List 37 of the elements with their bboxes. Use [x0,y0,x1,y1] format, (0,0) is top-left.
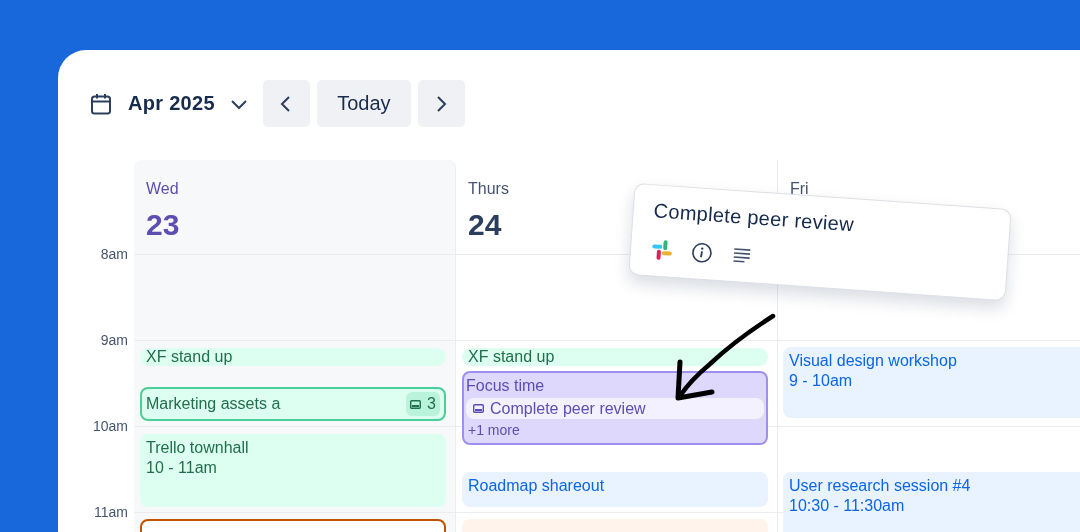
event-card[interactable]: User research session #4 10:30 - 11:30am [783,472,1080,532]
event-title: Visual design workshop [789,351,958,371]
event-card[interactable]: Roadmap shareout [462,472,768,507]
hour-label: 11am [94,504,128,520]
day-number: 23 [146,208,180,242]
hour-label: 10am [92,418,128,434]
event-title: Roadmap shareout [468,476,606,496]
card-icon [410,399,422,409]
event-title: Marketing assets a [146,395,281,413]
hour-label: 9am [100,332,128,348]
event-card[interactable]: Visual design workshop 9 - 10am [783,347,1080,418]
event-card[interactable]: Trello townhall 10 - 11am [140,434,446,507]
month-label[interactable]: Apr 2025 [128,92,215,115]
event-card[interactable]: Marketing assets a 3 [140,387,446,421]
task-chip[interactable]: Complete peer review [466,398,764,419]
event-chip[interactable]: XF stand up [140,348,446,366]
hour-label: 8am [100,246,128,262]
app-logo-icon[interactable] [650,238,674,262]
event-title: Trello townhall [146,438,250,458]
day-name: Fri [790,180,810,198]
event-chip[interactable]: XF stand up [462,348,768,366]
day-number: 24 [468,208,502,242]
event-title: Focus time [466,376,546,396]
popover-title: Complete peer review [652,199,855,237]
day-name: Thurs [468,180,510,198]
event-time: 10:30 - 11:30am [789,496,906,516]
event-card[interactable]: Focus time Complete peer review +1 more [462,371,768,445]
count-text: 3 [427,395,436,413]
today-button[interactable]: Today [316,80,411,127]
calendar-icon [90,92,112,115]
event-time: 10 - 11am [146,458,218,478]
more-link[interactable]: +1 more [468,422,520,438]
info-icon[interactable] [690,241,714,265]
event-title: User research session #4 [789,476,972,496]
card-icon [473,404,484,413]
day-name: Wed [146,180,180,198]
event-time: 9 - 10am [789,371,854,391]
